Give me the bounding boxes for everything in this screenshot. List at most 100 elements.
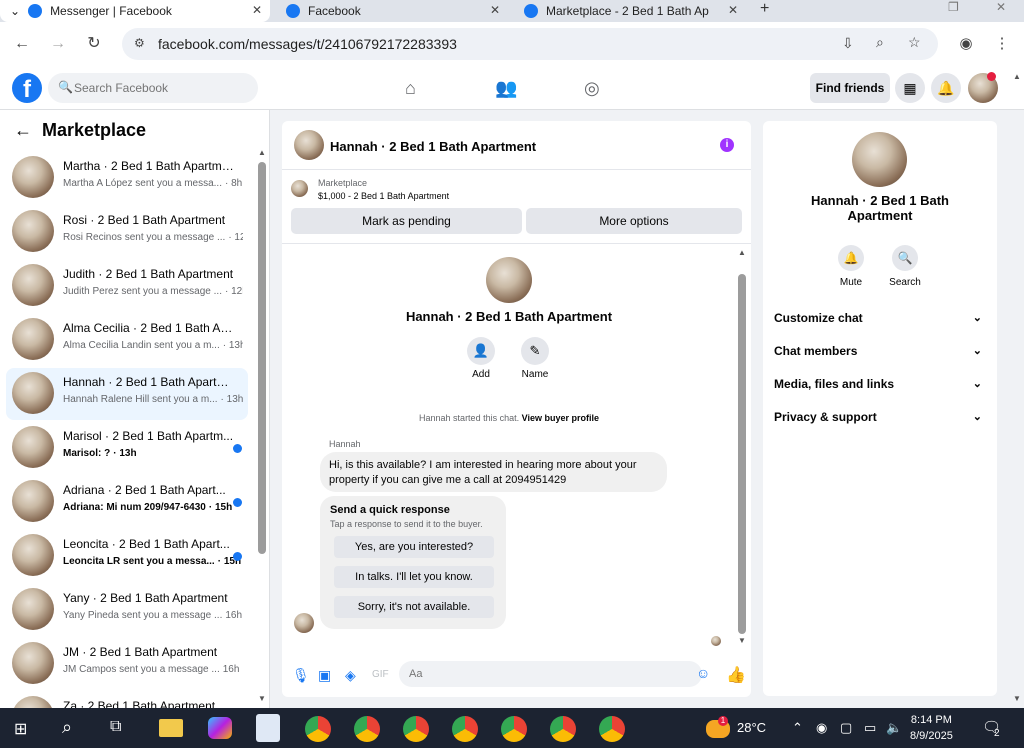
chrome-icon[interactable] [550, 716, 576, 742]
tab-marketplace[interactable]: Marketplace - 2 Bed 1 Bath Ap ✕ [514, 0, 746, 22]
conversation-item[interactable]: JM · 2 Bed 1 Bath Apartment JM Campos sen… [6, 638, 248, 690]
close-tab-icon[interactable]: ✕ [490, 3, 500, 17]
listing-thumbnail[interactable] [291, 180, 308, 197]
bookmark-star-icon[interactable]: ☆ [908, 34, 921, 51]
sticker-icon[interactable]: ◈ [345, 667, 356, 684]
active-app-icon[interactable] [256, 714, 280, 742]
add-button[interactable]: 👤 Add [451, 337, 511, 380]
conversation-item[interactable]: Rosi · 2 Bed 1 Bath Apartment Rosi Recino… [6, 206, 248, 258]
chrome-icon[interactable] [599, 716, 625, 742]
chevron-down-icon[interactable]: ⌄ [10, 4, 20, 18]
message-input[interactable] [399, 661, 702, 687]
url-text[interactable]: facebook.com/messages/t/2410679217228339… [158, 36, 457, 52]
scroll-up-icon[interactable]: ▲ [258, 148, 266, 157]
file-explorer-icon[interactable] [159, 719, 183, 737]
zoom-icon[interactable]: ⌕ [876, 34, 884, 51]
close-window-icon[interactable]: ✕ [996, 0, 1006, 14]
privacy-support-row[interactable]: Privacy & support ⌄ [774, 410, 986, 430]
mute-button[interactable]: 🔔 Mute [826, 245, 876, 288]
info-icon[interactable]: i [720, 138, 734, 152]
sender-avatar[interactable] [294, 613, 314, 633]
restore-window-icon[interactable]: ❐ [948, 0, 959, 14]
menu-grid-icon[interactable]: ▦ [895, 73, 925, 103]
facebook-logo[interactable]: f [12, 73, 42, 103]
menu-dots-icon[interactable]: ⋮ [992, 34, 1012, 54]
sidebar-scrollbar[interactable] [258, 162, 266, 554]
chrome-icon[interactable] [452, 716, 478, 742]
scroll-up-icon[interactable]: ▲ [738, 248, 746, 257]
conversation-item[interactable]: Adriana · 2 Bed 1 Bath Apart... Adriana: … [6, 476, 248, 528]
tab-messenger[interactable]: ⌄ Messenger | Facebook ✕ [0, 0, 270, 22]
name-button[interactable]: ✎ Name [505, 337, 565, 380]
conversation-item[interactable]: Marisol · 2 Bed 1 Bath Apartm... Marisol:… [6, 422, 248, 474]
conversation-item[interactable]: Martha · 2 Bed 1 Bath Apartment Martha A … [6, 152, 248, 204]
network-icon[interactable]: ▭ [864, 720, 876, 736]
chrome-icon[interactable] [501, 716, 527, 742]
chat-avatar[interactable] [294, 130, 324, 160]
conversation-item[interactable]: Za · 2 Bed 1 Bath Apartment [6, 692, 248, 708]
site-info-icon[interactable]: ⚙ [134, 36, 145, 50]
install-app-icon[interactable]: ⇩ [842, 35, 854, 52]
media-files-links-row[interactable]: Media, files and links ⌄ [774, 377, 986, 397]
notifications-bell-icon[interactable]: 🔔 [931, 73, 961, 103]
message-bubble[interactable]: Hi, is this available? I am interested i… [320, 452, 667, 492]
facebook-search[interactable]: 🔍 [48, 73, 258, 103]
message-thread[interactable]: Hannah · 2 Bed 1 Bath Apartment 👤 Add ✎ … [282, 243, 751, 653]
chat-title[interactable]: Hannah · 2 Bed 1 Bath Apartment [330, 139, 536, 154]
quick-response-in-talks[interactable]: In talks. I'll let you know. [334, 566, 494, 588]
chat-members-row[interactable]: Chat members ⌄ [774, 344, 986, 364]
emoji-icon[interactable]: ☺ [696, 665, 710, 681]
home-icon[interactable]: ⌂ [405, 78, 416, 99]
chrome-icon[interactable] [305, 716, 331, 742]
microphone-icon[interactable]: 🎙 [292, 667, 310, 684]
thumbs-up-icon[interactable]: 👍 [726, 665, 746, 685]
listing-price[interactable]: $1,000 - 2 Bed 1 Bath Apartment [318, 191, 449, 201]
conversation-item[interactable]: Alma Cecilia · 2 Bed 1 Bath Apar... Alma … [6, 314, 248, 366]
task-view-icon[interactable]: ⧉ [110, 718, 121, 736]
forward-icon[interactable]: → [48, 34, 68, 54]
conversation-item[interactable]: Judith · 2 Bed 1 Bath Apartment Judith Pe… [6, 260, 248, 312]
view-buyer-profile-link[interactable]: View buyer profile [522, 413, 599, 423]
quick-response-yes[interactable]: Yes, are you interested? [334, 536, 494, 558]
profile-icon[interactable]: ◉ [956, 34, 976, 54]
back-arrow-icon[interactable]: ← [14, 120, 32, 141]
windows-start-icon[interactable]: ⊞ [14, 719, 27, 739]
record-icon[interactable]: ◉ [816, 720, 827, 736]
page-scroll-down-icon[interactable]: ▼ [1013, 694, 1021, 703]
conversation-item[interactable]: Yany · 2 Bed 1 Bath Apartment Yany Pineda… [6, 584, 248, 636]
find-friends-button[interactable]: Find friends [810, 73, 890, 103]
close-tab-icon[interactable]: ✕ [728, 3, 738, 17]
more-options-button[interactable]: More options [526, 208, 742, 234]
search-button[interactable]: 🔍 Search [880, 245, 930, 288]
scroll-down-icon[interactable]: ▼ [258, 694, 266, 703]
conversation-item[interactable]: Hannah · 2 Bed 1 Bath Apartment Hannah Ra… [6, 368, 248, 420]
conversation-item[interactable]: Leoncita · 2 Bed 1 Bath Apart... Leoncita… [6, 530, 248, 582]
profile-avatar[interactable] [486, 257, 532, 303]
close-tab-icon[interactable]: ✕ [252, 3, 262, 17]
address-bar[interactable]: ⚙ facebook.com/messages/t/24106792172283… [122, 28, 938, 60]
weather-temperature[interactable]: 28°C [737, 720, 766, 735]
quick-response-not-available[interactable]: Sorry, it's not available. [334, 596, 494, 618]
mark-as-pending-button[interactable]: Mark as pending [291, 208, 522, 234]
thread-scrollbar[interactable] [738, 274, 746, 634]
search-icon[interactable]: ⌕ [62, 717, 72, 738]
chrome-icon[interactable] [403, 716, 429, 742]
volume-icon[interactable]: 🔈 [886, 720, 902, 736]
system-clock[interactable]: 8:14 PM 8/9/2025 [910, 712, 953, 744]
info-avatar[interactable] [852, 132, 907, 187]
back-icon[interactable]: ← [12, 34, 32, 54]
groups-icon[interactable]: ◎ [584, 78, 600, 99]
new-tab-icon[interactable]: + [760, 0, 769, 18]
search-input[interactable] [74, 73, 254, 103]
reload-icon[interactable]: ↻ [84, 34, 104, 54]
chrome-icon[interactable] [354, 716, 380, 742]
show-hidden-icons-icon[interactable]: ⌃ [792, 720, 803, 736]
customize-chat-row[interactable]: Customize chat ⌄ [774, 311, 986, 331]
gif-icon[interactable]: GIF [372, 669, 389, 680]
scroll-down-icon[interactable]: ▼ [738, 636, 746, 645]
tab-facebook[interactable]: Facebook ✕ [276, 0, 508, 22]
page-scroll-up-icon[interactable]: ▲ [1013, 72, 1021, 81]
photo-icon[interactable]: ▣ [318, 667, 331, 684]
meet-icon[interactable]: ▢ [840, 720, 852, 736]
friends-icon[interactable]: 👥 [495, 78, 517, 99]
